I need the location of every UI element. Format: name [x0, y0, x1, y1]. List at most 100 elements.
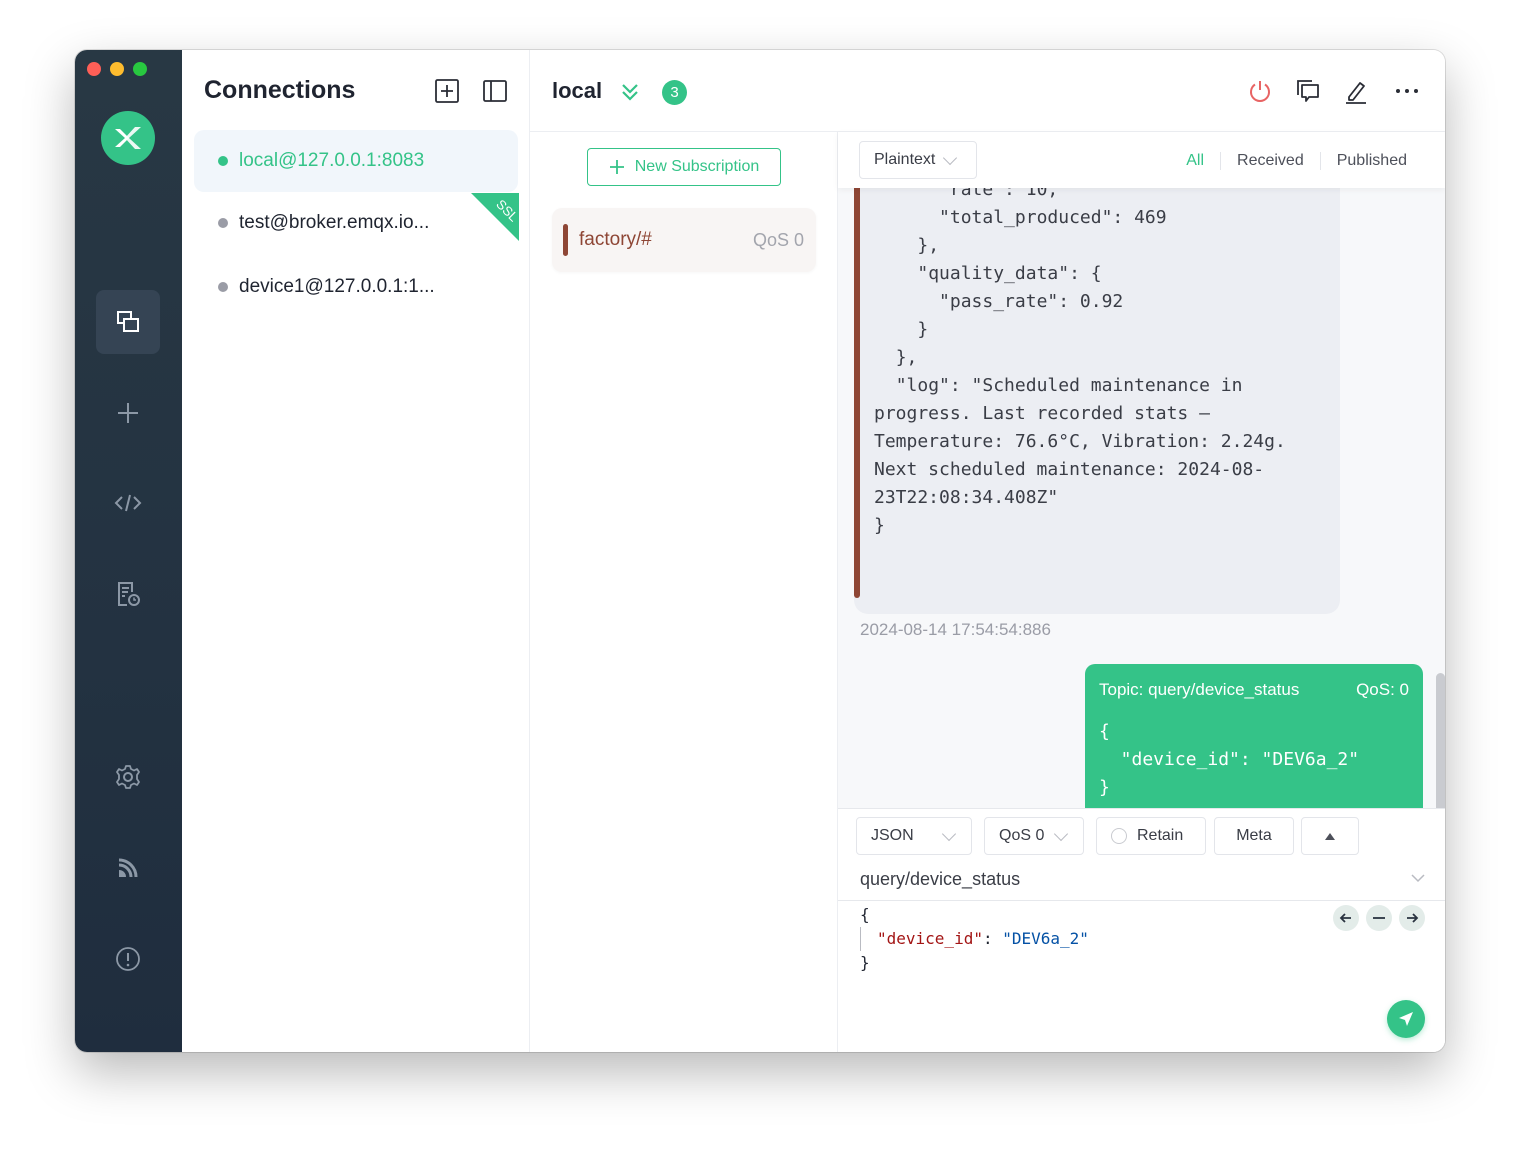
messages-panel: Plaintext All Received Published "rate":… [838, 132, 1445, 1052]
connection-header: local 3 [530, 50, 1445, 132]
collapse-toggle[interactable] [618, 80, 642, 104]
received-message[interactable]: "rate": 10, "total_produced": 469 }, "qu… [854, 188, 1340, 614]
feed-icon [118, 858, 138, 878]
subscription-item[interactable]: factory/# QoS 0 [552, 208, 816, 272]
topic-input[interactable]: query/device_status [838, 861, 1445, 901]
minimize-window-button[interactable] [110, 62, 124, 76]
status-dot [218, 156, 228, 166]
connection-item[interactable]: device1@127.0.0.1:1... [194, 256, 518, 318]
connection-label: local@127.0.0.1:8083 [239, 150, 425, 171]
meta-button[interactable]: Meta [1214, 817, 1294, 855]
payload-editor[interactable]: { "device_id": "DEV6a_2" } [860, 903, 1089, 975]
history-clear-button[interactable] [1366, 905, 1392, 931]
history-next-button[interactable] [1399, 905, 1425, 931]
connection-name: local [552, 78, 603, 103]
subscription-qos: QoS 0 [752, 229, 804, 250]
nav-connections[interactable] [96, 290, 160, 354]
expand-composer-button[interactable] [1301, 817, 1359, 855]
message-list-scrollbar[interactable] [1436, 673, 1445, 808]
editor-line: "device_id": "DEV6a_2" [860, 927, 1089, 951]
payload-type-select[interactable]: JSON [856, 817, 972, 855]
json-colon: : [982, 929, 1003, 948]
toggle-sidebar-button[interactable] [482, 78, 508, 104]
connections-panel: Connections local@127.0.0.1:8083 test@br… [182, 50, 530, 1052]
new-subscription-button[interactable]: New Subscription [587, 148, 781, 186]
new-window-button[interactable] [1293, 76, 1323, 106]
chevron-down-icon [941, 826, 956, 841]
filter-tab-published[interactable]: Published [1319, 152, 1423, 170]
ssl-badge: SSL [471, 193, 519, 241]
close-window-button[interactable] [87, 62, 101, 76]
json-value: "DEV6a_2" [1002, 929, 1089, 948]
nav-settings[interactable] [96, 745, 160, 809]
received-message-time: 2024-08-14 17:54:54:886 [860, 620, 1051, 639]
power-icon [1250, 81, 1270, 102]
published-message[interactable]: Topic: query/device_status QoS: 0 { "dev… [1085, 664, 1423, 808]
retain-toggle[interactable]: Retain [1096, 817, 1206, 855]
filter-tab-received[interactable]: Received [1220, 152, 1320, 170]
payload-format-select[interactable]: Plaintext [859, 141, 977, 179]
arrow-right-icon [1407, 913, 1419, 923]
qos-select[interactable]: QoS 0 [984, 817, 1084, 855]
window-controls [87, 62, 147, 76]
nav-script[interactable] [96, 471, 160, 535]
json-key: "device_id" [877, 929, 983, 948]
status-dot [218, 218, 228, 228]
plus-icon [118, 403, 138, 423]
retain-radio[interactable] [1111, 828, 1127, 844]
send-button[interactable] [1387, 1000, 1425, 1038]
nav-new-connection[interactable] [96, 381, 160, 445]
send-icon [1399, 1012, 1413, 1026]
new-subscription-label: New Subscription [634, 158, 760, 175]
editor-line: } [860, 953, 870, 972]
payload-format-value: Plaintext [874, 151, 936, 168]
chevron-down-icon [1411, 874, 1425, 883]
message-count-badge: 3 [662, 80, 687, 105]
status-dot [218, 282, 228, 292]
filter-tab-all[interactable]: All [1170, 152, 1220, 170]
nav-log[interactable] [96, 562, 160, 626]
app-window: Connections local@127.0.0.1:8083 test@br… [75, 50, 1445, 1052]
disconnect-button[interactable] [1245, 76, 1275, 106]
connections-title: Connections [204, 76, 356, 104]
subscription-color-bar [563, 224, 568, 256]
nav-about[interactable] [96, 927, 160, 991]
message-list: "rate": 10, "total_produced": 469 }, "qu… [838, 188, 1445, 808]
more-icon [1396, 89, 1418, 93]
mqttx-logo-icon [115, 127, 141, 149]
editor-line: { [860, 905, 870, 924]
nav-subscribe[interactable] [96, 836, 160, 900]
connection-item[interactable]: test@broker.emqx.io... [194, 192, 518, 254]
indent-guide [860, 927, 861, 951]
message-filter-tabs: All Received Published [1170, 152, 1423, 170]
payload-type-value: JSON [871, 827, 914, 844]
new-connection-button[interactable] [434, 78, 460, 104]
plus-icon [609, 160, 624, 174]
arrow-left-icon [1339, 913, 1351, 923]
sidebar-icon [483, 80, 507, 102]
code-icon [114, 494, 142, 512]
published-message-topic: Topic: query/device_status [1099, 680, 1300, 699]
topic-value: query/device_status [860, 869, 1021, 889]
connection-item[interactable]: local@127.0.0.1:8083 [194, 130, 518, 192]
edit-connection-button[interactable] [1341, 76, 1371, 106]
info-icon [116, 947, 140, 971]
received-message-payload: "rate": 10, "total_produced": 469 }, "qu… [874, 188, 1286, 536]
zoom-window-button[interactable] [133, 62, 147, 76]
side-nav [75, 50, 182, 1052]
triangle-up-icon [1325, 833, 1335, 840]
gear-icon [116, 765, 140, 789]
more-options-button[interactable] [1392, 76, 1422, 106]
chevron-down-icon [1054, 826, 1069, 841]
chevron-down-icon [943, 150, 958, 165]
published-message-header: Topic: query/device_status QoS: 0 [1099, 680, 1409, 700]
topic-history-toggle[interactable] [1409, 869, 1427, 892]
connection-label: device1@127.0.0.1:1... [239, 276, 435, 297]
messages-toolbar: Plaintext All Received Published [838, 132, 1445, 188]
qos-value: QoS 0 [999, 827, 1045, 844]
subscription-topic: factory/# [579, 229, 652, 250]
double-chevron-down-icon [622, 84, 638, 101]
plus-square-icon [435, 79, 459, 103]
history-prev-button[interactable] [1333, 905, 1359, 931]
retain-label: Retain [1137, 827, 1184, 844]
